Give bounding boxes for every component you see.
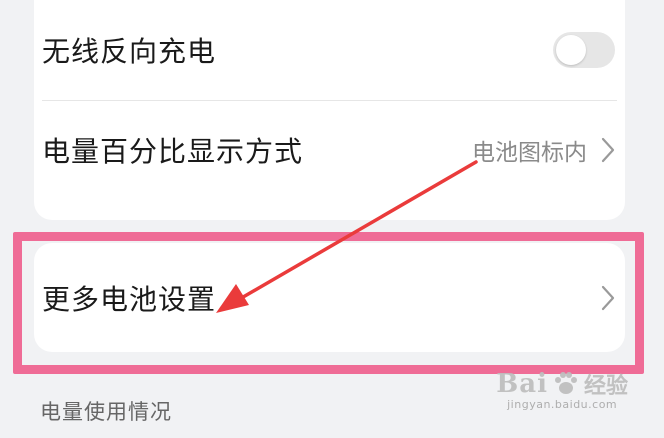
- paw-icon: [554, 372, 577, 394]
- watermark-brand: Bai: [496, 369, 548, 399]
- watermark-brand-cn: 经验: [583, 374, 628, 399]
- more-battery-settings-card: 更多电池设置: [34, 243, 625, 352]
- wireless-reverse-charge-toggle[interactable]: [553, 32, 615, 68]
- usage-section-header: 电量使用情况: [40, 400, 172, 424]
- toggle-knob: [556, 35, 586, 65]
- more-battery-settings-row[interactable]: 更多电池设置: [34, 243, 625, 352]
- wireless-reverse-charge-label: 无线反向充电: [42, 35, 217, 68]
- wireless-reverse-charge-row[interactable]: 无线反向充电: [34, 0, 625, 100]
- chevron-right-icon: [601, 137, 615, 163]
- battery-percentage-style-value: 电池图标内: [472, 140, 587, 166]
- baidu-jingyan-watermark: Bai 经验 jingyan.baidu.com: [496, 368, 628, 411]
- chevron-right-icon: [601, 285, 615, 310]
- watermark-url: jingyan.baidu.com: [507, 398, 618, 411]
- more-battery-settings-label: 更多电池设置: [42, 282, 217, 316]
- battery-percentage-style-label: 电量百分比显示方式: [42, 135, 304, 168]
- settings-card-top: 无线反向充电 电量百分比显示方式 电池图标内: [34, 0, 625, 220]
- battery-percentage-style-row[interactable]: 电量百分比显示方式 电池图标内: [34, 100, 625, 200]
